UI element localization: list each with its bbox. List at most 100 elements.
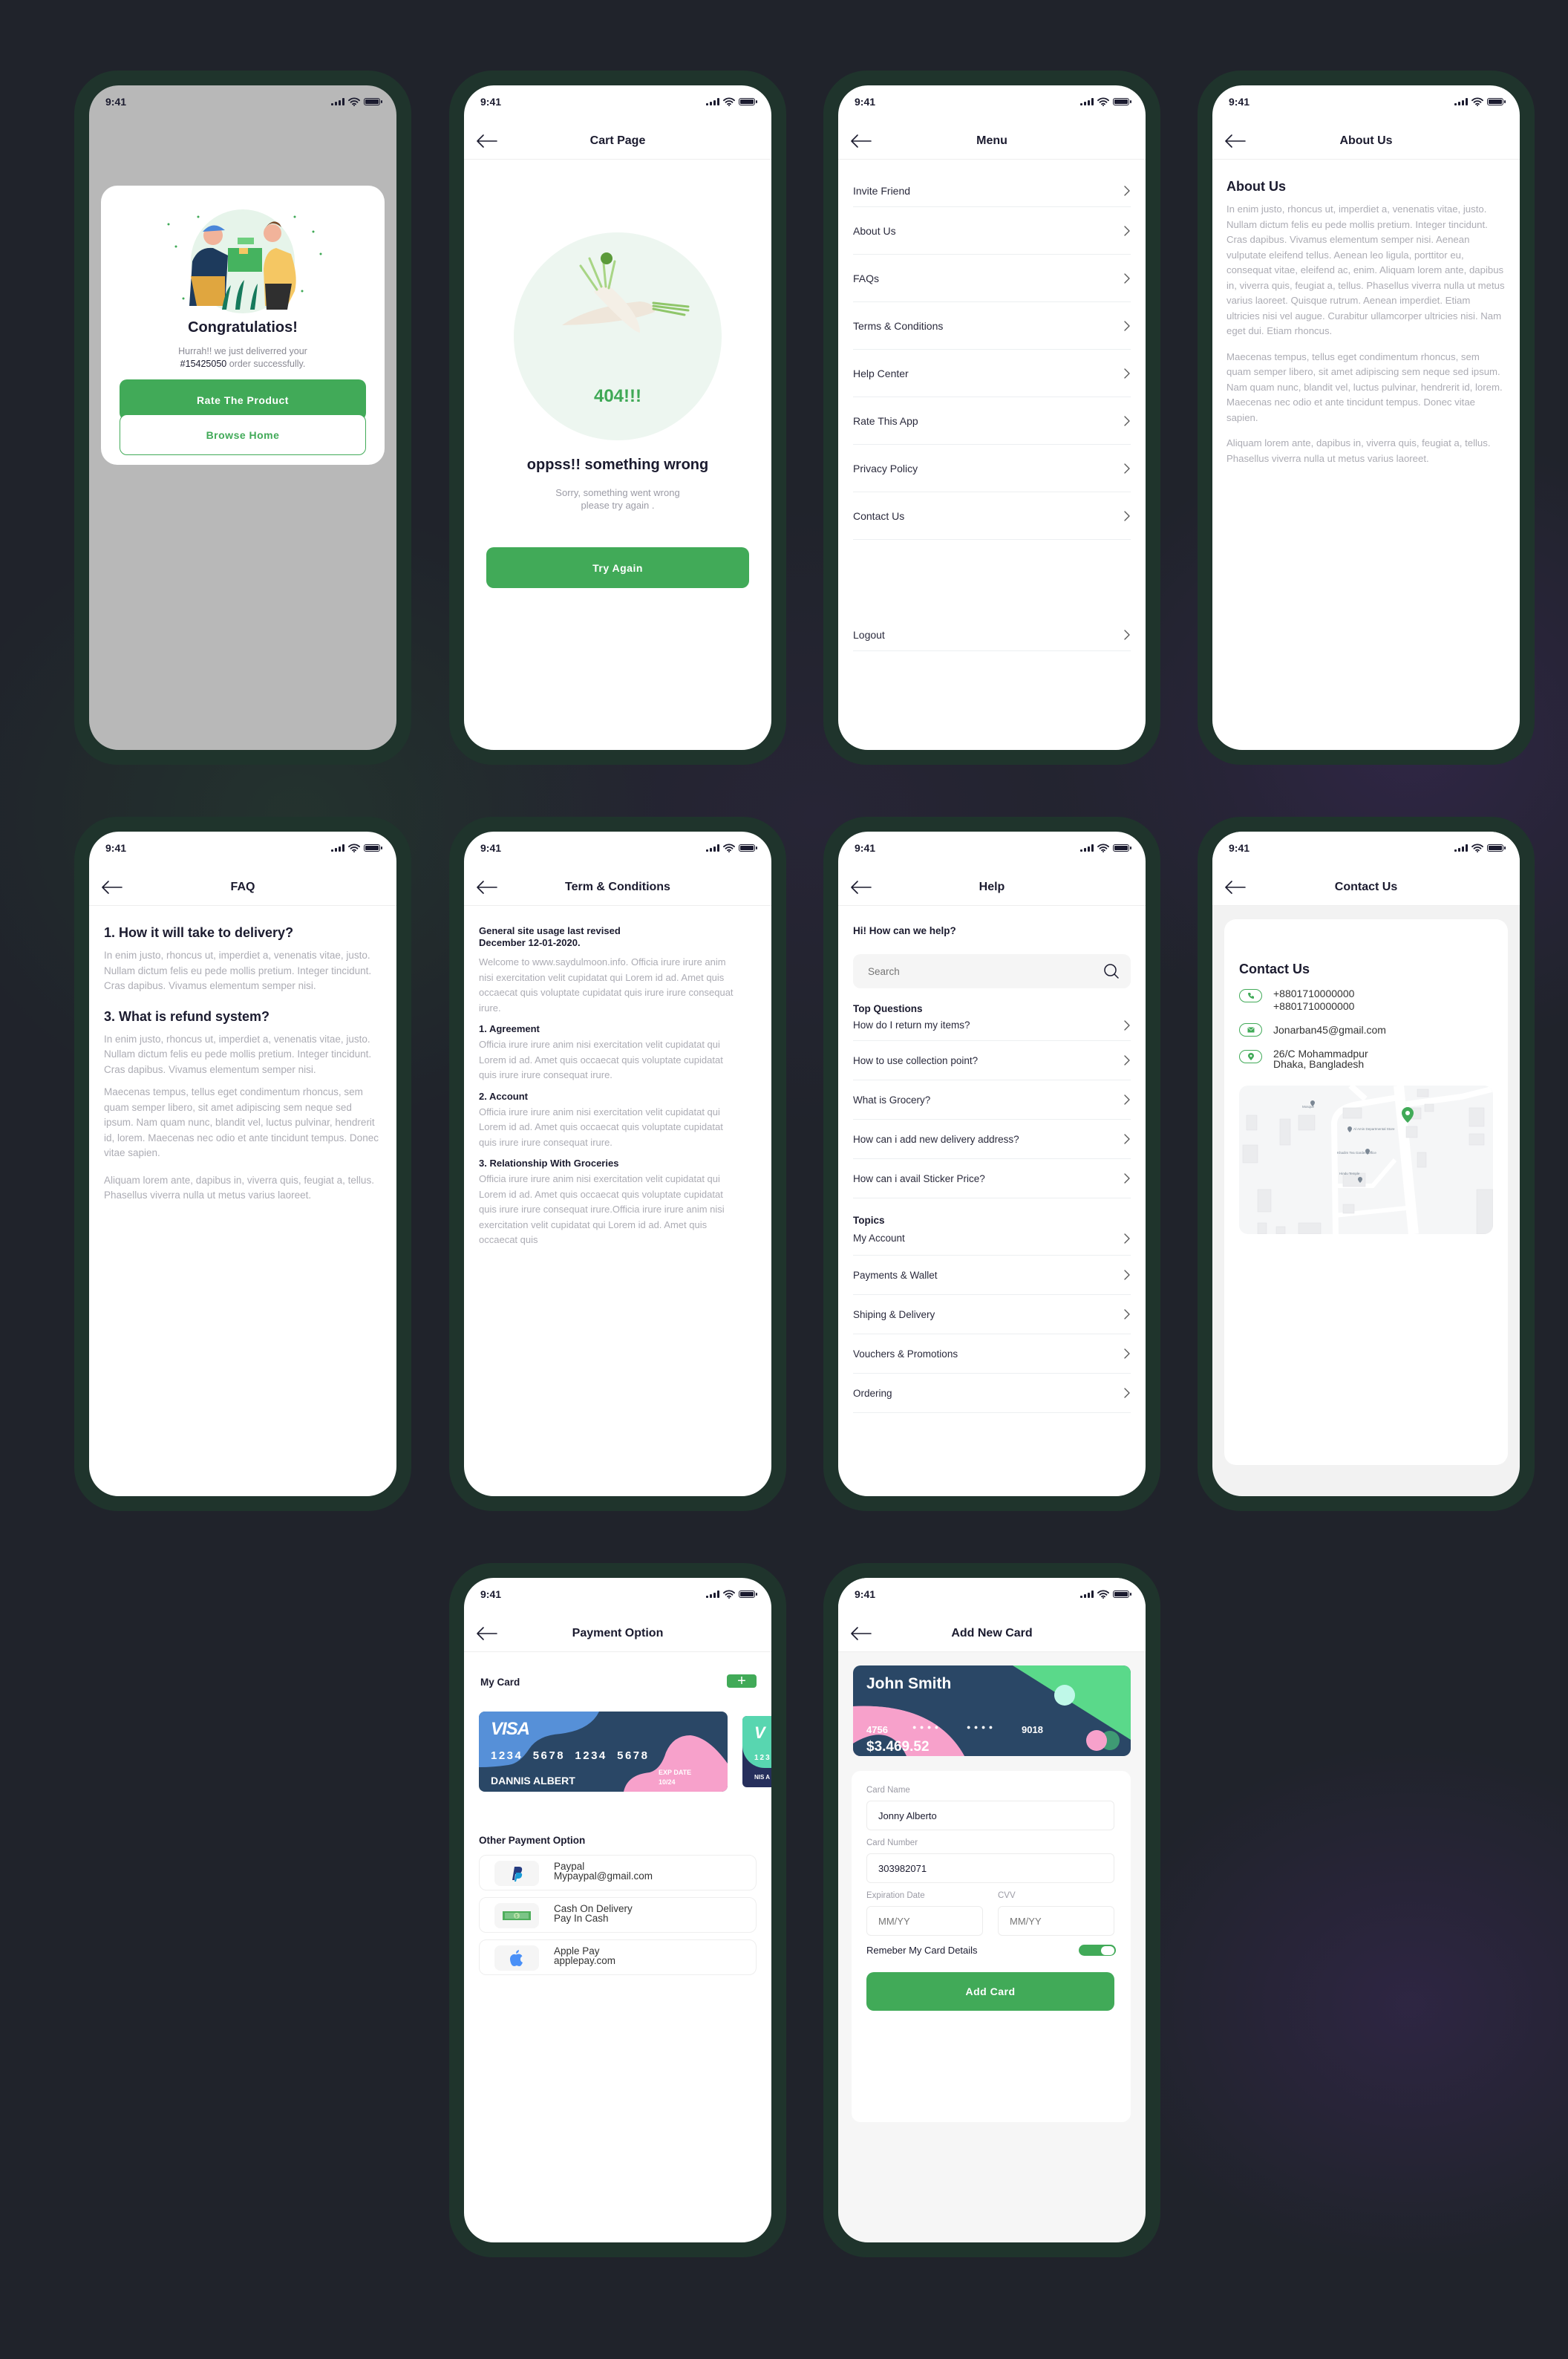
browse-home-button[interactable]: Browse Home — [120, 414, 366, 455]
help-topic-item[interactable]: Shiping & Delivery — [853, 1295, 1131, 1334]
phone-terms: 9:41 Term & Conditions General site usag… — [449, 817, 786, 1511]
add-card-submit-button[interactable]: Add Card — [866, 1972, 1114, 2011]
contact-email[interactable]: Jonarban45@gmail.com — [1273, 1024, 1386, 1036]
menu-item-faqs[interactable]: FAQs — [853, 255, 1131, 302]
help-topic-item[interactable]: My Account — [853, 1227, 1131, 1256]
menu-item-terms[interactable]: Terms & Conditions — [853, 302, 1131, 350]
my-card-label: My Card — [480, 1677, 520, 1688]
remember-toggle[interactable] — [1079, 1945, 1116, 1956]
card-name-label: Card Name — [866, 1786, 910, 1795]
radish-illustration-circle: 404!!! — [514, 232, 722, 440]
status-bar: 9:41 — [89, 85, 396, 123]
card-brand: V — [754, 1723, 765, 1742]
logout-button[interactable]: Logout — [853, 619, 1131, 651]
map-label: Hindu Temple — [1339, 1172, 1360, 1175]
expiration-input[interactable] — [866, 1906, 983, 1936]
card-number-input[interactable] — [866, 1853, 1114, 1883]
page-title: Add New Card — [951, 1626, 1033, 1639]
chevron-right-icon — [1123, 185, 1131, 197]
contact-phone[interactable]: +8801710000000 — [1273, 988, 1354, 1000]
wifi-icon — [348, 97, 360, 106]
help-question-item[interactable]: How can i add new delivery address? — [853, 1120, 1131, 1159]
payment-option-paypal[interactable]: Paypal Mypaypal@gmail.com — [479, 1855, 757, 1890]
error-heading: oppss!! something wrong — [526, 457, 709, 473]
back-arrow-icon[interactable] — [1224, 132, 1247, 150]
card-exp-label: EXP DATE — [659, 1769, 692, 1776]
phone-error: 9:41 Cart Page 404!!! oppss!! something … — [449, 71, 786, 765]
back-arrow-icon[interactable] — [101, 878, 123, 896]
faq-answer: Aliquam lorem ante, dapibus in, viverra … — [104, 1174, 374, 1201]
help-question-item[interactable]: How do I return my items? — [853, 1016, 1131, 1041]
page-title: Help — [979, 880, 1005, 893]
cvv-input[interactable] — [998, 1906, 1114, 1936]
signal-icon — [331, 844, 344, 852]
add-card-button[interactable]: + — [727, 1674, 757, 1689]
about-paragraph: Aliquam lorem ante, dapibus in, viverra … — [1226, 437, 1491, 464]
card-name-input[interactable] — [866, 1801, 1114, 1830]
credit-card-2[interactable]: V 123 NIS A — [742, 1716, 771, 1787]
back-arrow-icon[interactable] — [1224, 878, 1247, 896]
chevron-right-icon — [1123, 1233, 1131, 1244]
back-arrow-icon[interactable] — [476, 878, 498, 896]
card-balance: $3.469.52 — [866, 1739, 930, 1755]
status-time: 9:41 — [855, 1588, 876, 1600]
help-topic-item[interactable]: Vouchers & Promotions — [853, 1334, 1131, 1374]
status-time: 9:41 — [480, 1588, 502, 1600]
page-title: About Us — [1339, 134, 1393, 147]
map[interactable]: Mosque Al Amin Departmental Store Khadim… — [1239, 1086, 1493, 1234]
phone-contact: 9:41 Contact Us Contact Us +880171000000… — [1198, 817, 1535, 1511]
faq-screen: 9:41 FAQ 1. How it will take to delivery… — [89, 832, 396, 1496]
menu-screen: 9:41 Menu Invite Friend About Us FAQs Te… — [838, 85, 1146, 750]
back-arrow-icon[interactable] — [476, 1625, 498, 1642]
page-title: FAQ — [230, 880, 255, 893]
top-questions-label: Top Questions — [853, 1003, 923, 1014]
search-input[interactable] — [853, 954, 1076, 988]
success-title: Congratulatios! — [188, 319, 298, 336]
menu-item-privacy-policy[interactable]: Privacy Policy — [853, 445, 1131, 492]
back-arrow-icon[interactable] — [476, 132, 498, 150]
menu-item-invite-friend[interactable]: Invite Friend — [853, 160, 1131, 207]
help-topic-item[interactable]: Payments & Wallet — [853, 1256, 1131, 1295]
help-topic-item[interactable]: Ordering — [853, 1374, 1131, 1413]
search-icon[interactable] — [1103, 963, 1120, 979]
try-again-button[interactable]: Try Again — [486, 547, 749, 588]
card-number: 123 — [754, 1754, 771, 1762]
help-question-item[interactable]: How to use collection point? — [853, 1041, 1131, 1080]
card-holder: John Smith — [866, 1675, 952, 1692]
back-arrow-icon[interactable] — [850, 1625, 872, 1642]
menu-item-rate-app[interactable]: Rate This App — [853, 397, 1131, 445]
menu-item-help-center[interactable]: Help Center — [853, 350, 1131, 397]
card-holder: NIS A — [754, 1774, 771, 1781]
signal-icon — [1454, 844, 1468, 852]
payment-option-cash[interactable]: $ Cash On Delivery Pay In Cash — [479, 1897, 757, 1933]
help-question-item[interactable]: What is Grocery? — [853, 1080, 1131, 1120]
signal-icon — [1080, 1590, 1094, 1598]
success-message: Hurrah!! we just deliverred your #154250… — [178, 346, 307, 369]
credit-card[interactable]: VISA 1234 5678 1234 5678 DANNIS ALBERT E… — [479, 1712, 728, 1792]
wifi-icon — [723, 1590, 735, 1599]
menu-item-contact-us[interactable]: Contact Us — [853, 492, 1131, 540]
about-paragraph: In enim justo, rhoncus ut, imperdiet a, … — [1226, 203, 1505, 336]
chevron-right-icon — [1123, 273, 1131, 284]
paypal-icon — [494, 1861, 539, 1886]
help-question-item[interactable]: How can i avail Sticker Price? — [853, 1159, 1131, 1198]
menu-list: Invite Friend About Us FAQs Terms & Cond… — [838, 160, 1146, 750]
card-number-last: 9018 — [1022, 1724, 1043, 1735]
chevron-right-icon — [1123, 368, 1131, 379]
back-arrow-icon[interactable] — [850, 132, 872, 150]
header: Payment Option — [464, 1615, 771, 1652]
terms-section-text: Officia irure irure anim nisi exercitati… — [479, 1173, 725, 1245]
contact-phone[interactable]: +8801710000000 — [1273, 1000, 1354, 1013]
payment-option-apple-pay[interactable]: Apple Pay applepay.com — [479, 1939, 757, 1975]
header: Add New Card — [838, 1615, 1146, 1652]
back-arrow-icon[interactable] — [850, 878, 872, 896]
phone-menu: 9:41 Menu Invite Friend About Us FAQs Te… — [823, 71, 1160, 765]
apple-icon — [494, 1945, 539, 1971]
contact-heading: Contact Us — [1239, 962, 1310, 976]
wifi-icon — [1097, 97, 1109, 106]
wifi-icon — [1471, 844, 1483, 852]
status-time: 9:41 — [855, 842, 876, 854]
menu-item-about-us[interactable]: About Us — [853, 207, 1131, 255]
faq-question: 3. What is refund system? — [104, 1008, 270, 1024]
battery-icon — [364, 844, 382, 852]
